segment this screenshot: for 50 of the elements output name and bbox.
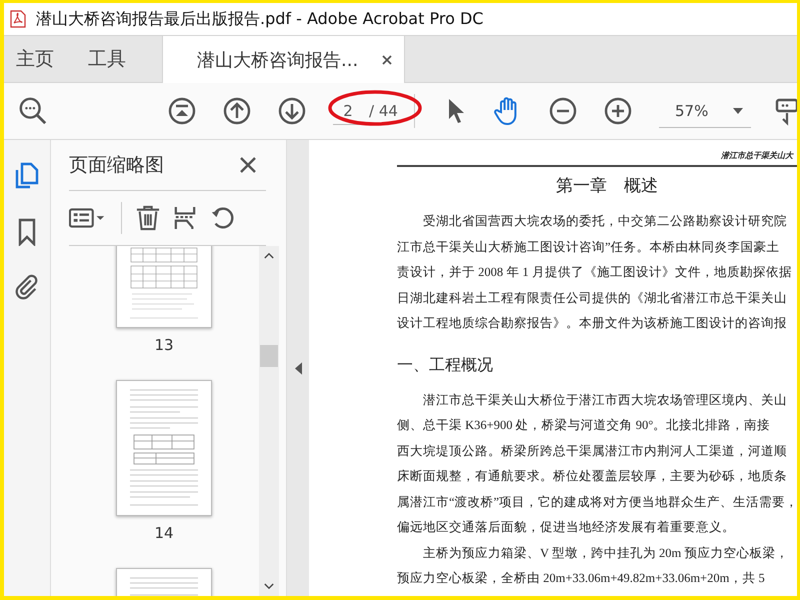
page-number-field[interactable]: 2 xyxy=(333,98,363,124)
scrollbar-thumb[interactable] xyxy=(260,345,278,367)
panel-title: 页面缩略图 xyxy=(69,153,164,178)
text-line: 床断面规整，有通航要求。桥位处覆盖层较厚，主要为砂砾，地质条 xyxy=(397,468,788,485)
chevron-up-icon[interactable] xyxy=(264,252,274,259)
scrollbar[interactable] xyxy=(259,246,279,596)
paperclip-icon[interactable] xyxy=(14,274,40,300)
zoom-dropdown[interactable]: 57% xyxy=(659,94,751,128)
extract-pages-icon[interactable] xyxy=(174,204,196,232)
page-number-label: 14 xyxy=(154,524,174,542)
text-line: 西大垸堤顶公路。桥梁所跨总干渠属潜江市内荆河人工渠道，河道顺 xyxy=(397,442,788,460)
window-title: 潜山大桥咨询报告最后出版报告.pdf - Adobe Acrobat Pro DC xyxy=(36,8,484,30)
search-icon[interactable] xyxy=(18,96,48,126)
tab[interactable]: 潜山大桥咨询报告... xyxy=(162,36,406,83)
tab[interactable]: 工具 xyxy=(76,36,138,82)
chevron-down-icon[interactable] xyxy=(264,583,274,590)
collapse-panel-icon[interactable] xyxy=(294,362,302,374)
close-icon[interactable] xyxy=(240,157,256,173)
first-page-icon[interactable] xyxy=(168,97,196,125)
text-line: 潜江市总干渠关山大桥位于潜江市西大垸农场管理区境内、关山 xyxy=(422,392,788,408)
text-line: 设计工程地质综合勘察报告》。本册文件为该桥施工图设计的咨询报 xyxy=(397,315,788,332)
text-line: 偏远地区交通落后面貌，促进当地经济发展有着重要意义。 xyxy=(397,519,736,536)
pdf-file-icon xyxy=(10,10,26,28)
tab[interactable]: 主页 xyxy=(4,36,66,82)
trash-icon[interactable] xyxy=(136,204,160,232)
arrow-up-icon[interactable] xyxy=(223,97,251,125)
text-line: 责设计，并于 2008 年 1 月提供了《施工图设计》文件，地质勘探依据 xyxy=(397,264,793,281)
options-menu-icon[interactable] xyxy=(69,207,107,229)
caret-icon xyxy=(733,108,743,114)
page-total: / 44 xyxy=(369,102,398,120)
page-thumbnail[interactable] xyxy=(116,380,212,516)
text-line: 侧、总干渠 K36+900 处，桥梁与河道交角 90°。北接北排路，南接 xyxy=(397,417,772,434)
section-heading: 一、工程概况 xyxy=(397,356,494,376)
text-line: 受湖北省国营西大垸农场的委托，中交第二公路勘察设计研究院 xyxy=(422,213,788,230)
zoom-in-icon[interactable] xyxy=(604,97,632,125)
pages-icon[interactable] xyxy=(14,162,40,190)
text-line: 预应力空心板梁，全桥由 20m+33.06m+49.82m+33.06m+20m，共 5 xyxy=(397,570,766,587)
bookmark-icon[interactable] xyxy=(17,218,37,246)
zoom-out-icon[interactable] xyxy=(549,97,577,125)
text-line: 主桥为预应力箱梁、V 型墩，跨中挂孔为 20m 预应力空心板梁， xyxy=(422,544,790,562)
text-line: 属潜江市“渡改桥”项目，它的建成将对方便当地群众生产、生活需要， xyxy=(397,494,797,510)
comment-tool-icon[interactable] xyxy=(775,96,797,126)
chapter-title: 第一章 概述 xyxy=(555,175,659,197)
text-line: 江市总干渠关山大桥施工图设计咨询”任务。本桥由林同炎李国豪土 xyxy=(397,238,781,256)
rotate-icon[interactable] xyxy=(210,205,236,231)
text-line: 日湖北建科岩土工程有限责任公司提供的《湖北省潜江市总干渠关山 xyxy=(397,290,788,306)
page-number-label: 13 xyxy=(154,336,174,354)
arrow-down-icon[interactable] xyxy=(278,97,306,125)
close-icon[interactable] xyxy=(382,54,392,64)
running-header: 潜江市总干渠关山大 xyxy=(720,150,795,161)
